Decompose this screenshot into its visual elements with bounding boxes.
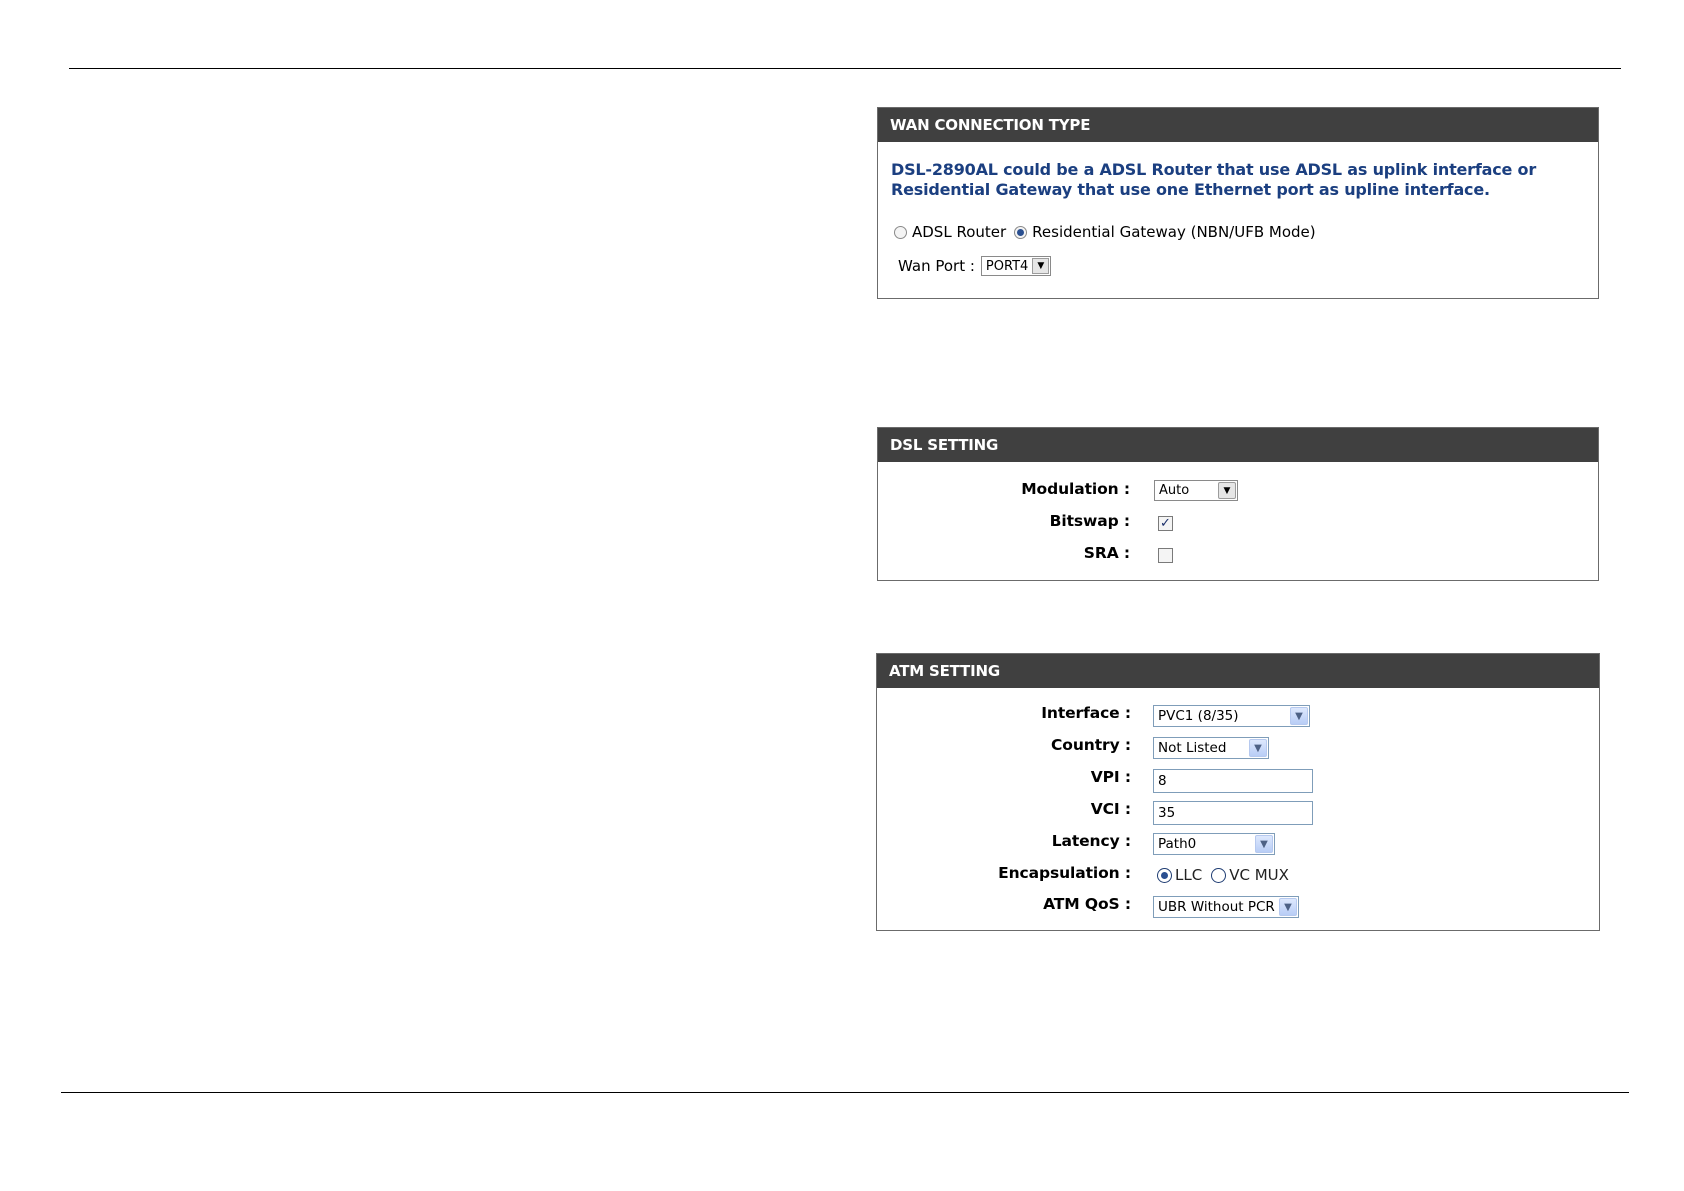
vpi-value: 8: [1158, 773, 1167, 789]
vpi-input[interactable]: 8: [1153, 769, 1313, 793]
atm-setting-panel: ATM SETTING Interface : PVC1 (8/35) ▼ Co…: [876, 653, 1600, 931]
wan-panel-title: WAN CONNECTION TYPE: [878, 108, 1598, 142]
top-rule: [69, 68, 1621, 69]
atm-qos-select[interactable]: UBR Without PCR ▼: [1153, 896, 1299, 918]
encapsulation-group: LLC VC MUX: [1157, 866, 1289, 884]
vci-label: VCI :: [1090, 800, 1131, 818]
llc-label: LLC: [1175, 866, 1203, 884]
vc-mux-label: VC MUX: [1229, 866, 1289, 884]
chevron-down-icon: ▼: [1279, 898, 1297, 916]
chevron-down-icon: ▼: [1290, 707, 1308, 725]
sra-label: SRA :: [1083, 544, 1130, 562]
latency-value: Path0: [1158, 836, 1197, 852]
dsl-setting-panel: DSL SETTING Modulation : Auto ▼ Bitswap …: [877, 427, 1599, 581]
vci-input[interactable]: 35: [1153, 801, 1313, 825]
encapsulation-label: Encapsulation :: [998, 864, 1131, 882]
bitswap-checkbox[interactable]: ✓: [1158, 516, 1173, 531]
adsl-router-label: ADSL Router: [912, 223, 1007, 241]
chevron-down-icon: ▼: [1255, 835, 1273, 853]
sra-checkbox[interactable]: [1158, 548, 1173, 563]
chevron-down-icon: ▼: [1249, 739, 1267, 757]
chevron-down-icon: ▼: [1032, 258, 1050, 274]
wan-mode-group: ADSL Router Residential Gateway (NBN/UFB…: [894, 223, 1316, 241]
vci-value: 35: [1158, 805, 1176, 821]
modulation-select[interactable]: Auto ▼: [1154, 480, 1238, 501]
wan-connection-type-panel: WAN CONNECTION TYPE DSL-2890AL could be …: [877, 107, 1599, 299]
modulation-label: Modulation :: [1021, 480, 1130, 498]
wan-port-value: PORT4: [985, 258, 1029, 274]
llc-radio[interactable]: [1157, 867, 1172, 883]
interface-select[interactable]: PVC1 (8/35) ▼: [1153, 705, 1310, 727]
wan-port-select[interactable]: PORT4 ▼: [980, 256, 1052, 276]
interface-value: PVC1 (8/35): [1158, 708, 1239, 724]
adsl-router-radio[interactable]: [894, 225, 907, 239]
latency-select[interactable]: Path0 ▼: [1153, 833, 1275, 855]
atm-qos-label: ATM QoS :: [1043, 895, 1131, 913]
wan-port-label: Wan Port :: [898, 257, 975, 275]
vc-mux-radio[interactable]: [1211, 867, 1227, 883]
country-label: Country :: [1051, 736, 1131, 754]
modulation-value: Auto: [1159, 483, 1190, 498]
atm-panel-title: ATM SETTING: [877, 654, 1599, 688]
atm-qos-value: UBR Without PCR: [1158, 899, 1275, 915]
residential-gateway-radio[interactable]: [1014, 225, 1028, 239]
chevron-down-icon: ▼: [1218, 482, 1236, 499]
vpi-label: VPI :: [1090, 768, 1131, 786]
bottom-rule: [61, 1092, 1629, 1093]
dsl-panel-title: DSL SETTING: [878, 428, 1598, 462]
bitswap-label: Bitswap :: [1049, 512, 1130, 530]
residential-gateway-label: Residential Gateway (NBN/UFB Mode): [1032, 223, 1316, 241]
country-select[interactable]: Not Listed ▼: [1153, 737, 1269, 759]
interface-label: Interface :: [1041, 704, 1131, 722]
wan-port-row: Wan Port : PORT4 ▼: [898, 256, 1052, 276]
wan-description: DSL-2890AL could be a ADSL Router that u…: [891, 160, 1537, 199]
latency-label: Latency :: [1051, 832, 1131, 850]
country-value: Not Listed: [1158, 740, 1227, 756]
